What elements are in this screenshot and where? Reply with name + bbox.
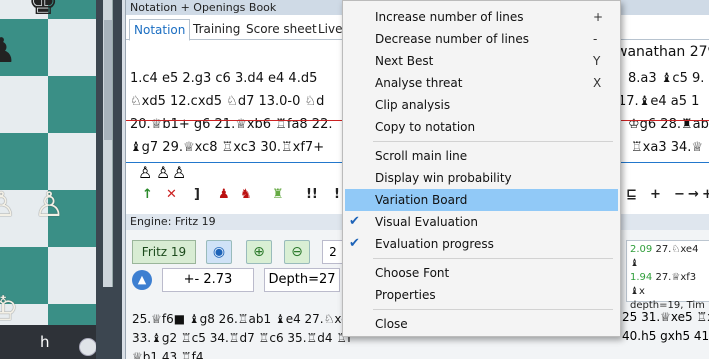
menu-item-label: Evaluation progress xyxy=(375,237,494,251)
engine-line[interactable]: 33.♝g2 ♖c5 34.♖d7 ♖c6 35.♖d4 ♖f xyxy=(132,329,356,348)
white-pawn-icon[interactable]: ♙ xyxy=(172,163,186,182)
bracket-icon[interactable]: ] xyxy=(194,187,200,202)
side-to-move-indicator xyxy=(79,338,97,356)
chess-board[interactable]: ♚ ♟ ♙ ♙ ♔ xyxy=(0,0,96,342)
minus-icon[interactable]: − xyxy=(674,187,685,202)
menu-item-label: Increase number of lines xyxy=(375,10,524,24)
tab-training[interactable]: Training xyxy=(189,19,244,41)
white-pawn-piece[interactable]: ♙ xyxy=(34,188,64,222)
board-square[interactable] xyxy=(0,76,48,133)
board-square[interactable] xyxy=(48,133,96,190)
white-king-piece[interactable]: ♔ xyxy=(0,292,18,326)
rook-icon[interactable]: ♜ xyxy=(272,187,284,202)
zoom-out-icon[interactable]: ⊖ xyxy=(284,240,310,264)
board-square[interactable] xyxy=(48,247,96,304)
engine-line[interactable]: 40.h5 gxh5 41. xyxy=(622,329,709,343)
menu-item-label: Next Best xyxy=(375,54,434,68)
knight-icon[interactable]: ♞ xyxy=(240,187,252,202)
brilliant-move-icon[interactable]: !! xyxy=(306,187,318,202)
notation-line[interactable]: ♖xa3 34.♕ xyxy=(631,140,703,155)
menu-item-close[interactable]: Close xyxy=(343,313,620,335)
pawn-icon[interactable]: ♟ xyxy=(218,187,230,202)
delete-variation-icon[interactable]: ✕ xyxy=(166,187,177,202)
zoom-in-icon[interactable]: ⊕ xyxy=(246,240,272,264)
menu-item-label: Copy to notation xyxy=(375,120,476,134)
stop-engine-icon[interactable]: ◉ xyxy=(206,240,232,264)
depth-info: depth=19, Tim xyxy=(630,300,705,311)
file-label: h xyxy=(40,333,50,351)
menu-item-properties[interactable]: Properties xyxy=(343,284,620,306)
notation-line[interactable]: 8.a3 ♝c5 9. xyxy=(628,71,704,86)
menu-item-visual-evaluation[interactable]: ✔ Visual Evaluation xyxy=(343,211,620,233)
menu-item-label: Clip analysis xyxy=(375,98,451,112)
menu-item-shortcut: Y xyxy=(593,54,601,68)
scrollbar-thumb[interactable] xyxy=(104,20,112,140)
menu-item-shortcut: + xyxy=(593,10,604,24)
board-square[interactable] xyxy=(48,19,96,76)
menu-item-choose-font[interactable]: Choose Font xyxy=(343,262,620,284)
score-value: 1.94 xyxy=(630,272,653,283)
menu-item-shortcut: X xyxy=(593,76,602,90)
arrow-right-icon[interactable]: → xyxy=(688,187,699,202)
menu-item-shortcut: - xyxy=(593,32,598,46)
context-menu: Increase number of lines + Decrease numb… xyxy=(342,0,621,337)
notation-line[interactable]: 1.c4 e5 2.g3 c6 3.d4 e4 4.d5 xyxy=(130,71,317,86)
engine-name-button[interactable]: Fritz 19 xyxy=(132,240,196,264)
menu-item-increase-lines[interactable]: Increase number of lines + xyxy=(343,6,620,28)
app-window: { "board": { "file_label": "h" }, "notat… xyxy=(0,0,709,359)
menu-separator xyxy=(373,141,613,142)
checkmark-icon: ✔ xyxy=(349,214,360,229)
plus-icon[interactable]: + xyxy=(650,187,661,202)
menu-item-label: Variation Board xyxy=(375,193,468,207)
menu-item-copy-to-notation[interactable]: Copy to notation xyxy=(343,116,620,138)
engine-summary-card: 2.09 27.♘xe4 ♝ 1.94 27.♕xf3 ♝x depth=19,… xyxy=(626,240,709,311)
menu-item-analyse-threat[interactable]: Analyse threat X xyxy=(343,72,620,94)
board-square[interactable] xyxy=(0,133,48,190)
evaluation-white-icon[interactable]: ⊑ xyxy=(626,187,637,202)
menu-item-clip-analysis[interactable]: Clip analysis xyxy=(343,94,620,116)
promote-variation-icon[interactable]: ↑ xyxy=(142,187,153,202)
evaluation-display: +- 2.73 xyxy=(162,268,254,292)
menu-item-label: Scroll main line xyxy=(375,149,468,163)
good-move-icon[interactable]: ! xyxy=(334,187,340,202)
menu-item-label: Analyse threat xyxy=(375,76,463,90)
menu-item-variation-board[interactable]: Variation Board xyxy=(345,189,618,211)
menu-item-evaluation-progress[interactable]: ✔ Evaluation progress xyxy=(343,233,620,255)
menu-item-next-best[interactable]: Next Best Y xyxy=(343,50,620,72)
white-pawn-icon[interactable]: ♙ xyxy=(138,163,152,182)
plus-icon[interactable]: + xyxy=(702,187,709,202)
menu-item-label: Display win probability xyxy=(375,171,512,185)
engine-analysis-lines: 25.♕f6■ ♝g8 26.♖ab1 ♝e4 27.♘xe4 33.♝g2 ♖… xyxy=(132,310,356,359)
black-pawn-piece[interactable]: ♟ xyxy=(0,34,16,68)
notation-line[interactable]: ♝g7 29.♕xc8 ♖xc3 30.♖xf7+ xyxy=(130,140,324,155)
checkmark-icon: ✔ xyxy=(349,236,360,251)
depth-display: Depth=27 xyxy=(264,268,340,292)
menu-item-decrease-lines[interactable]: Decrease number of lines - xyxy=(343,28,620,50)
menu-item-label: Decrease number of lines xyxy=(375,32,530,46)
board-square[interactable] xyxy=(48,76,96,133)
menu-item-scroll-main-line[interactable]: Scroll main line xyxy=(343,145,620,167)
notation-line[interactable]: 17.♝e4 a5 1 xyxy=(618,94,699,109)
white-pawn-piece[interactable]: ♙ xyxy=(0,188,16,222)
menu-separator xyxy=(373,309,613,310)
tab-score-sheet[interactable]: Score sheet xyxy=(242,19,321,41)
tab-notation[interactable]: Notation xyxy=(129,19,191,41)
menu-item-label: Visual Evaluation xyxy=(375,215,478,229)
engine-line[interactable]: ♕b1 43 ♖f4 xyxy=(132,348,356,359)
menu-item-label: Close xyxy=(375,317,408,331)
player-name: wanathan 279 xyxy=(616,44,709,60)
menu-separator xyxy=(373,258,613,259)
menu-item-label: Properties xyxy=(375,288,436,302)
score-value: 2.09 xyxy=(630,244,653,255)
white-pawn-icon[interactable]: ♙ xyxy=(156,163,170,182)
notation-line[interactable]: ♘xd5 12.cxd5 ♘d7 13.0-0 ♘d xyxy=(130,94,324,109)
black-king-piece[interactable]: ♚ xyxy=(28,0,58,20)
menu-item-display-win-probability[interactable]: Display win probability xyxy=(343,167,620,189)
arrow-up-icon[interactable]: ▲ xyxy=(132,270,152,290)
lines-count-field[interactable]: 2 xyxy=(322,240,344,264)
engine-line[interactable]: 25.♕f6■ ♝g8 26.♖ab1 ♝e4 27.♘xe4 xyxy=(132,310,356,329)
menu-item-label: Choose Font xyxy=(375,266,450,280)
